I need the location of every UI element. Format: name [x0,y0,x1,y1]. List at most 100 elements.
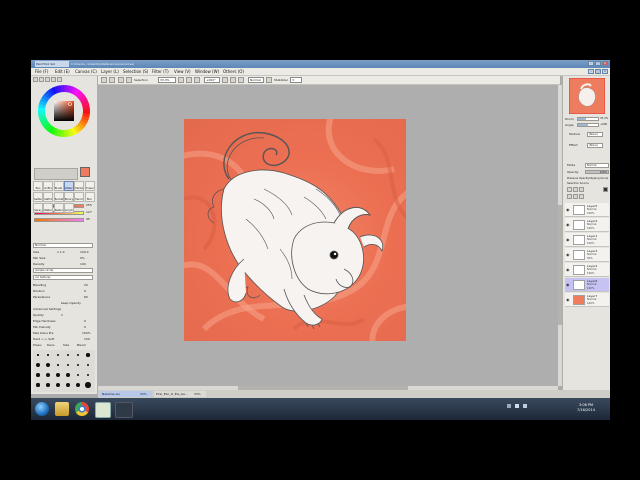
brush-preset-dot[interactable] [36,373,40,377]
tool-bucket[interactable]: Bucket [53,192,64,202]
rotate-reset-button[interactable] [238,77,244,83]
new-layer-button[interactable] [567,187,572,192]
selection-toggle-label[interactable]: Selection [134,77,148,83]
rotation-field[interactable]: +000° [204,77,220,83]
menu-window[interactable]: Window (W) [195,69,219,75]
layer-row[interactable]: ◉ Layer6 Normal 100% [565,278,609,292]
undo-button[interactable] [101,77,107,83]
doc-restore-button[interactable]: □ [595,69,601,74]
menu-edit[interactable]: Edit (E) [55,69,70,75]
selection-source-checkbox[interactable]: Selection Source [567,182,589,186]
transfer-down-button[interactable] [567,194,572,199]
tool-water[interactable]: Water [63,181,74,191]
brush-preset-dot[interactable] [86,353,90,357]
canvas-artwork[interactable] [184,119,406,341]
brush-preset-dot[interactable] [67,364,69,366]
clear-layer-button[interactable] [579,194,584,199]
brush-preset-dot[interactable] [76,353,80,357]
app-window-taskbar-icon[interactable] [115,402,133,418]
layer-row[interactable]: ◉ Layer2 Normal 100% [565,263,609,277]
swatch-mode-button[interactable] [51,77,56,82]
doc-close-button[interactable]: × [602,69,608,74]
layer-row[interactable]: ◉ Layer1 Normal 100% [565,233,609,247]
doc-tab-pink-ebo[interactable]: Pink_Ebo_O_Ele_Ge... 33% [154,391,206,397]
volume-icon[interactable] [523,404,527,408]
paint-tool-sai-taskbar-icon[interactable] [95,402,111,418]
visibility-eye-icon[interactable]: ◉ [566,252,571,257]
layer-opacity-slider[interactable]: 100% [585,170,609,174]
visibility-eye-icon[interactable]: ◉ [566,237,571,242]
layer-row[interactable]: ◉ Layer3 Normal 50% [565,248,609,262]
visibility-eye-icon[interactable]: ◉ [566,297,571,302]
tray-arrow-icon[interactable] [507,404,511,408]
nav-angle-value[interactable]: +000 [600,123,607,127]
visibility-eye-icon[interactable]: ◉ [566,222,571,227]
new-folder-button[interactable] [579,187,584,192]
tool-blur[interactable]: Blur [84,192,95,202]
doc-tab-nakama[interactable]: Nakama.sai 33% [100,391,152,397]
tool-airbrush[interactable]: AirBrush [43,181,54,191]
tool-selpen[interactable]: SelPen [33,192,43,202]
file-explorer-icon[interactable] [55,402,69,416]
brush-preset-dot[interactable] [65,382,71,388]
tool-pastel[interactable]: Pastel [53,203,64,213]
deselect-button[interactable] [118,77,124,83]
brush-preset-dot[interactable] [75,382,81,388]
brush-preset-dot[interactable] [36,383,40,387]
layer-effect-select[interactable]: (None) [587,143,603,148]
tool-brush[interactable]: Brush [53,181,64,191]
layer-mode-select[interactable]: Normal [585,163,609,168]
network-icon[interactable] [515,404,519,408]
clipping-group-checkbox[interactable]: Clipping Group [589,177,608,181]
menu-file[interactable]: File (F) [35,69,48,75]
brush-size-presets[interactable] [33,350,95,392]
blend-mode-select[interactable]: Normal [248,77,264,83]
brush-preset-dot[interactable] [46,373,50,377]
tool-pencil[interactable]: Pencil [74,192,85,202]
chrome-icon[interactable] [75,402,89,416]
close-button[interactable]: × [602,61,608,66]
layer-row[interactable]: ◉ Layer4 Normal 100% [565,218,609,232]
nav-zoom-slider[interactable] [577,117,599,121]
brush-preset-dot[interactable] [45,362,51,368]
merge-down-button[interactable] [573,194,578,199]
tool-acrylic[interactable]: Acrylic [63,203,74,213]
brush-preset-dot[interactable] [76,363,80,367]
start-orb-icon[interactable] [35,402,49,416]
color-wheel-mode-button[interactable] [33,77,38,82]
visibility-eye-icon[interactable]: ◉ [566,282,571,287]
new-linework-layer-button[interactable] [573,187,578,192]
zoom-in-button[interactable] [186,77,192,83]
clock[interactable]: 3:06 PM 7/16/2014 [571,403,601,413]
brush-preset-dot[interactable] [57,364,59,366]
redo-button[interactable] [109,77,115,83]
doc-minimize-button[interactable]: – [588,69,594,74]
brush-preset-dot[interactable] [86,363,90,367]
brush-preset-dot[interactable] [46,383,50,387]
layer-texture-select[interactable]: (None) [587,132,603,137]
brush-preset-dot[interactable] [65,372,71,378]
menu-view[interactable]: View (V) [174,69,191,75]
menu-canvas[interactable]: Canvas (C) [75,69,97,75]
preserve-opacity-checkbox[interactable]: Preserve Opacity [567,177,589,181]
brush-preset-dot[interactable] [86,373,90,377]
menu-layer[interactable]: Layer (L) [101,69,119,75]
tool-eraser[interactable]: Eraser [84,181,95,191]
visibility-eye-icon[interactable]: ◉ [566,207,571,212]
tool-selers[interactable]: SelErs [43,192,54,202]
layer-row[interactable]: ◉ Layer5 Normal 100% [565,203,609,217]
brush-preset-dot[interactable] [36,363,40,367]
nav-angle-slider[interactable] [577,123,599,127]
menu-filter[interactable]: Filter (T) [152,69,169,75]
system-tray-icons[interactable] [507,403,547,411]
flip-view-button[interactable] [266,77,272,83]
brush-preset-dot[interactable] [57,354,59,356]
tool-pen[interactable]: Pen [33,181,43,191]
navigator-preview[interactable] [569,78,605,114]
brush-preset-dot[interactable] [47,354,49,356]
rotate-left-button[interactable] [222,77,228,83]
zoom-out-button[interactable] [178,77,184,83]
visibility-eye-icon[interactable]: ◉ [566,267,571,272]
brush-preset-dot[interactable] [66,353,70,357]
tool-marker[interactable]: Marker [74,181,85,191]
